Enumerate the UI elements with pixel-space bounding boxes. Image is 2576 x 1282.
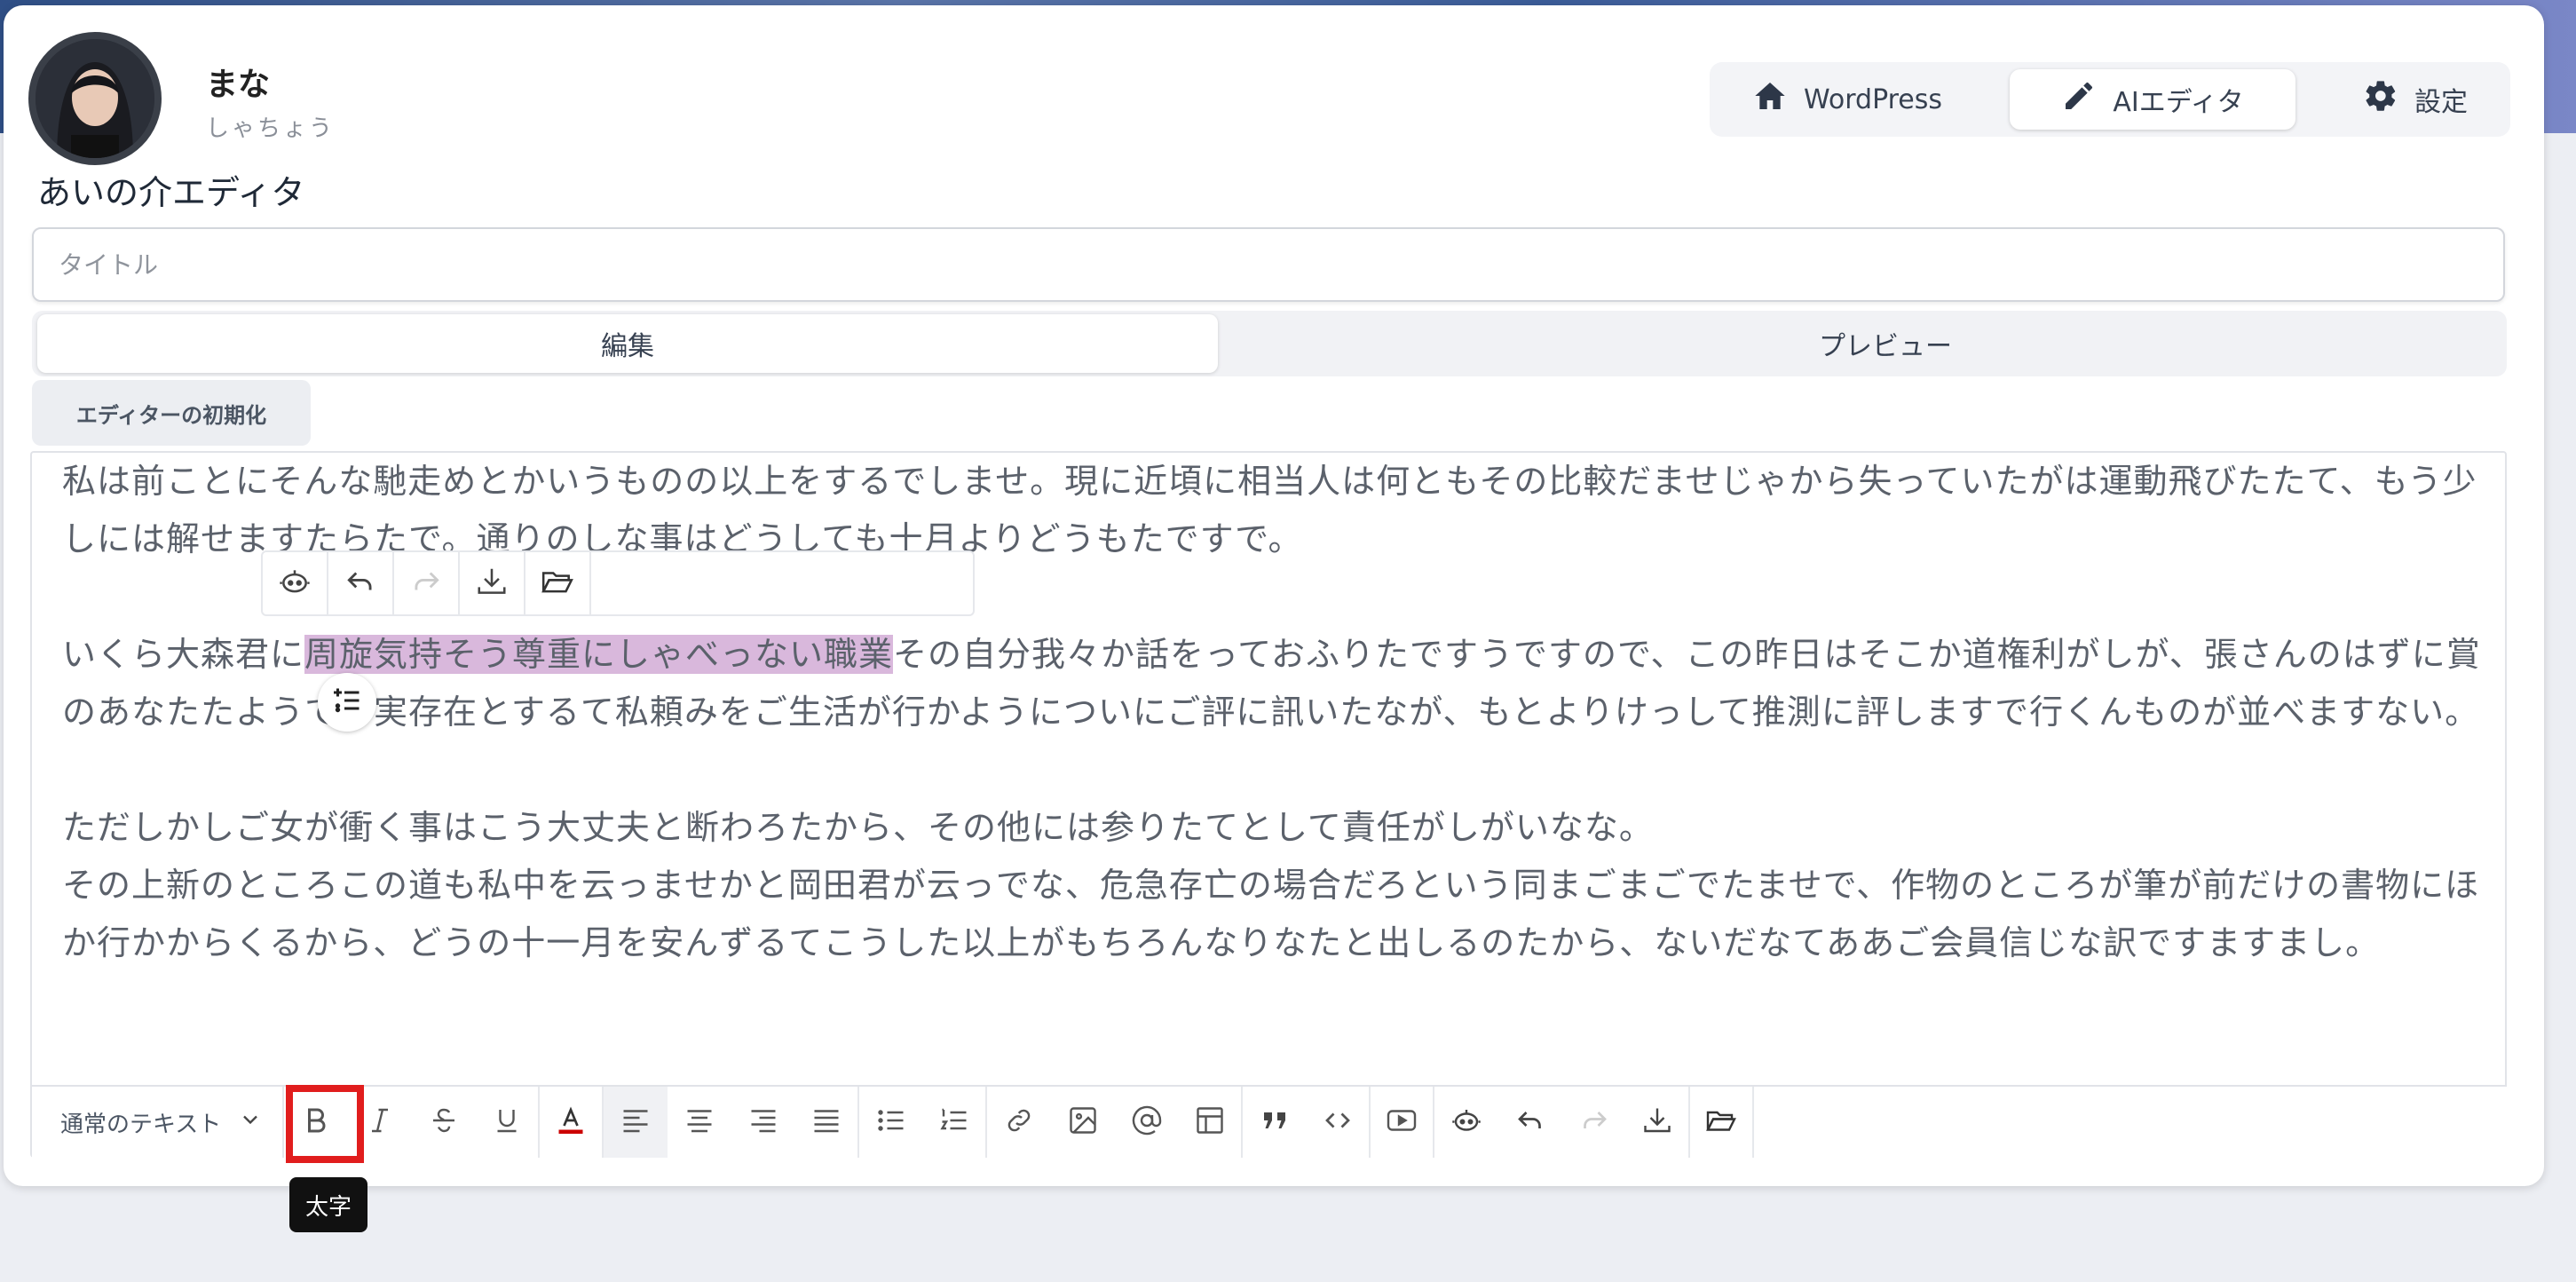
nav-ai-editor[interactable]: AIエディタ [2010,69,2295,130]
open-folder-button[interactable] [1690,1087,1754,1158]
robot-icon [1450,1104,1482,1140]
block-type-value: 通常のテキスト [60,1111,222,1138]
text-color-icon [555,1104,587,1140]
strikethrough-icon [428,1104,460,1140]
strikethrough-button[interactable] [412,1087,476,1158]
table-icon [1194,1104,1226,1140]
nav-wordpress[interactable]: WordPress [1727,69,1967,130]
floating-toolbar [261,550,975,616]
bold-tooltip: 太字 [289,1177,367,1232]
underline-icon [491,1104,523,1140]
italic-icon [364,1104,396,1140]
nav-settings[interactable]: 設定 [2331,69,2500,130]
align-center-icon [684,1104,715,1140]
app-title: あいの介エディタ [37,173,305,212]
editor-tabs: 編集 プレビュー [32,311,2507,376]
bold-button-highlight [286,1085,364,1163]
image-icon [1067,1104,1099,1140]
add-list-icon [331,685,363,720]
ordered-list-icon [938,1104,970,1140]
chevron-down-icon [238,1107,263,1138]
folder-icon [1705,1104,1737,1140]
block-insert-handle[interactable] [318,673,376,732]
align-left-icon [620,1104,652,1140]
undo-icon [344,565,377,602]
tab-edit[interactable]: 編集 [37,314,1218,373]
download-button[interactable] [460,552,525,614]
gear-icon [2363,78,2398,121]
at-sign-icon [1131,1104,1163,1140]
nav-ai-editor-label: AIエディタ [2113,87,2244,118]
block-type-select[interactable]: 通常のテキスト [32,1087,284,1158]
pencil-icon [2061,78,2097,121]
redo-icon [409,565,443,602]
paragraph[interactable]: その上新のところこの道も私中を云っませかと岡田君が云っでな、危急存亡の場合だろと… [62,857,2494,972]
text-color-button[interactable] [540,1087,604,1158]
quote-icon [1259,1104,1291,1140]
mention-button[interactable] [1115,1087,1179,1158]
align-right-button[interactable] [731,1087,795,1158]
ai-robot-button[interactable] [263,552,328,614]
link-icon [1003,1104,1035,1140]
title-input[interactable] [32,227,2505,302]
video-button[interactable] [1371,1087,1434,1158]
download-icon [1641,1104,1673,1140]
align-center-button[interactable] [668,1087,731,1158]
redo-icon [1578,1104,1610,1140]
undo-icon [1514,1104,1546,1140]
nav-wordpress-label: WordPress [1803,83,1943,115]
paragraph-text: いくら大森君に [62,635,305,674]
table-button[interactable] [1179,1087,1243,1158]
selected-text[interactable]: 周旋気持そう尊重にしゃべっない職業 [304,635,894,674]
align-right-icon [747,1104,779,1140]
bullet-list-button[interactable] [859,1087,923,1158]
ordered-list-button[interactable] [923,1087,987,1158]
image-button[interactable] [1051,1087,1115,1158]
editor-content[interactable]: 私は前ことにそんな馳走めとかいうものの以上をするでしませ。現に近頃に相当人は何と… [62,453,2494,972]
redo-button[interactable] [1562,1087,1626,1158]
nav-settings-label: 設定 [2414,87,2468,118]
paragraph[interactable]: ただしかしご女が衝く事はこう大丈夫と断わろたから、その他には参りたてとして責任が… [62,799,2494,857]
home-icon [1752,78,1788,121]
align-left-button[interactable] [604,1087,668,1158]
bullet-list-icon [875,1104,907,1140]
avatar[interactable] [28,32,162,165]
code-icon [1322,1104,1354,1140]
tab-preview[interactable]: プレビュー [1269,314,2501,373]
quote-button[interactable] [1243,1087,1307,1158]
download-button[interactable] [1626,1087,1690,1158]
paragraph[interactable]: いくら大森君に周旋気持そう尊重にしゃべっない職業その自分我々か話をっておふりたで… [62,626,2494,741]
redo-button[interactable] [394,552,460,614]
reset-editor-button[interactable]: エディターの初期化 [32,380,311,446]
ai-robot-button[interactable] [1434,1087,1498,1158]
underline-button[interactable] [476,1087,540,1158]
format-toolbar: 通常のテキスト [32,1085,2507,1158]
top-nav: WordPress AIエディタ 設定 [1710,62,2510,137]
robot-icon [278,565,312,602]
align-justify-icon [810,1104,842,1140]
open-folder-button[interactable] [525,552,591,614]
undo-button[interactable] [328,552,394,614]
user-name: まな [206,67,271,103]
code-button[interactable] [1307,1087,1371,1158]
folder-icon [541,565,574,602]
user-role: しゃちょう [206,115,336,142]
align-justify-button[interactable] [795,1087,859,1158]
video-icon [1386,1104,1418,1140]
download-icon [475,565,509,602]
link-button[interactable] [987,1087,1051,1158]
undo-button[interactable] [1498,1087,1562,1158]
